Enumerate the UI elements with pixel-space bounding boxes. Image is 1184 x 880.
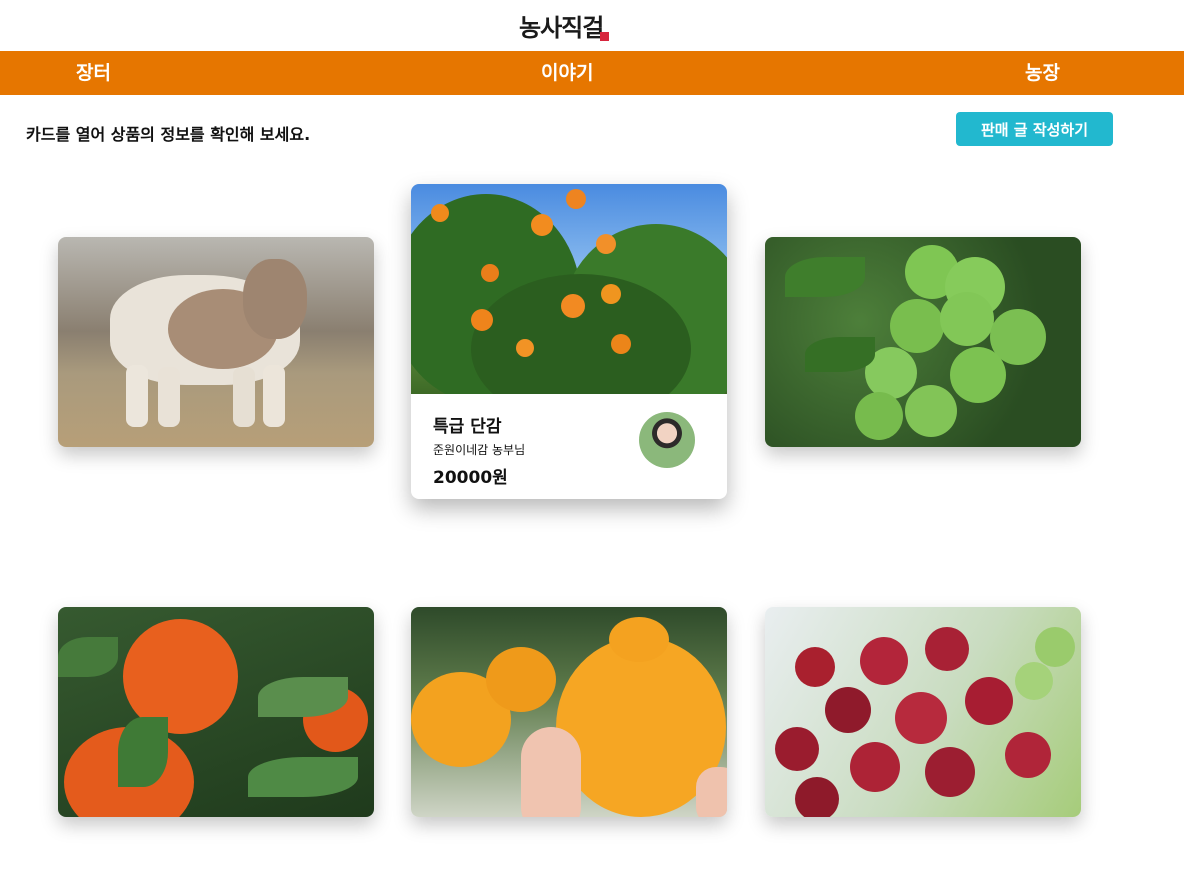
card-info: 특급 단감 준원이네감 농부님 20000원: [411, 394, 727, 499]
product-card[interactable]: [58, 607, 374, 817]
calf-photo: [58, 237, 374, 447]
product-card[interactable]: [411, 607, 727, 817]
green-plums-photo: [765, 237, 1081, 447]
main-nav: 장터 이야기 농장: [0, 51, 1184, 95]
persimmon-tree-photo: [411, 184, 727, 394]
instruction-text: 카드를 열어 상품의 정보를 확인해 보세요.: [26, 125, 311, 144]
hallabong-photo: [411, 607, 727, 817]
nav-item-market[interactable]: 장터: [76, 51, 111, 95]
product-card[interactable]: [765, 237, 1081, 447]
tangerines-photo: [58, 607, 374, 817]
grapes-photo: [765, 607, 1081, 817]
logo[interactable]: 농사직걸: [519, 8, 610, 43]
nav-item-farm[interactable]: 농장: [1025, 51, 1060, 95]
logo-stamp-icon: [600, 32, 610, 41]
product-card-open[interactable]: 특급 단감 준원이네감 농부님 20000원: [411, 184, 727, 499]
product-card[interactable]: [765, 607, 1081, 817]
write-post-button[interactable]: 판매 글 작성하기: [956, 112, 1113, 146]
header: 농사직걸: [0, 0, 1184, 51]
logo-text: 농사직걸: [519, 13, 604, 42]
nav-item-story[interactable]: 이야기: [541, 51, 593, 95]
farmer-avatar[interactable]: [639, 412, 695, 468]
product-card[interactable]: [58, 237, 374, 447]
